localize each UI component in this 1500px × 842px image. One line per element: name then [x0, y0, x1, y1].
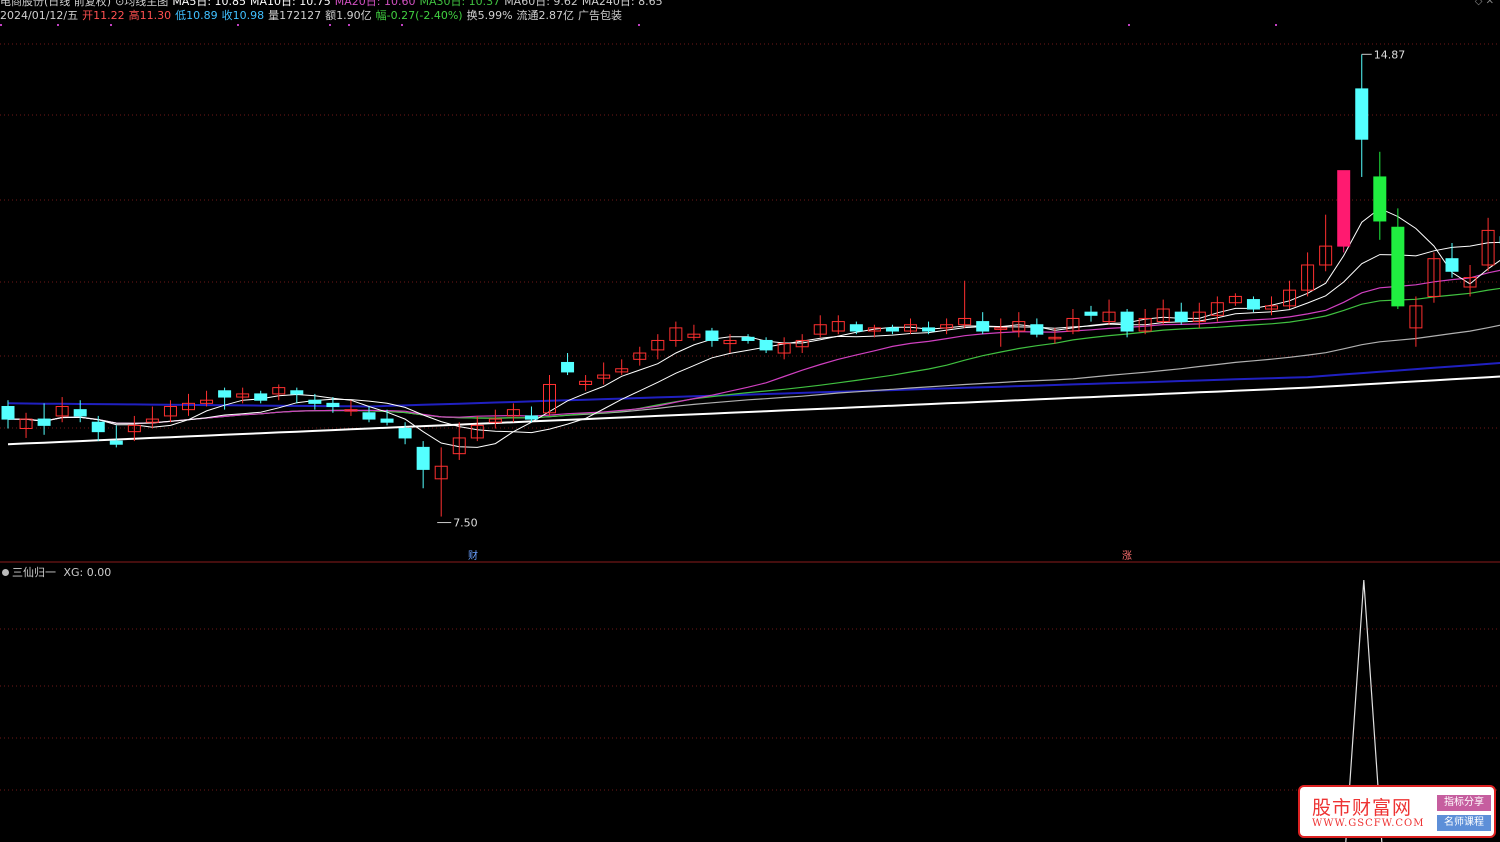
header-quote-item: 换5.99% — [466, 9, 513, 22]
header-quote-item: 广告包装 — [578, 9, 623, 22]
header-quote-item: 低10.89 — [175, 9, 218, 22]
high-price-label: 14.87 — [1374, 48, 1406, 61]
candle-body — [1084, 311, 1098, 316]
stock-chart[interactable]: 14.87 7.50 财 涨 — [0, 0, 1500, 842]
candle-body — [380, 418, 394, 423]
ma30-line — [8, 287, 1500, 425]
header-quote-item: 流通2.87亿 — [516, 9, 575, 22]
candle-body — [91, 421, 105, 433]
header-ma-item: MA5日: 10.85 — [172, 0, 247, 8]
candle-body — [1391, 226, 1405, 307]
candle-body — [416, 446, 430, 470]
header-ma-item: MA60日: 9.62 — [504, 0, 578, 8]
signal-dot — [1275, 24, 1277, 26]
candle-body — [1120, 311, 1134, 332]
candlesticks — [1, 54, 1500, 517]
candle-body — [1373, 176, 1387, 222]
candle-body — [1337, 170, 1351, 247]
candle-body — [398, 428, 412, 439]
indicator-value: XG: 0.00 — [63, 566, 112, 579]
candle-body — [362, 412, 376, 420]
candle-body — [885, 327, 899, 332]
indicator-toggle-icon[interactable] — [2, 569, 9, 576]
candle-body — [37, 418, 51, 426]
signal-dot — [57, 24, 59, 26]
ma120-line — [7, 361, 1500, 408]
signal-dot — [329, 24, 331, 26]
signal-dot — [0, 24, 2, 26]
candle-body — [976, 321, 990, 332]
low-price-label: 7.50 — [453, 517, 478, 530]
signal-dot — [638, 24, 640, 26]
event-marker-finance: 财 — [468, 549, 478, 562]
candle-body — [1030, 324, 1044, 335]
event-marker-rise: 涨 — [1122, 550, 1132, 562]
chart-header-quote: 2024/01/12/五 开11.22 高11.30 低10.89 收10.98 量172… — [0, 9, 626, 22]
header-ma-item: MA240日: 8.65 — [581, 0, 663, 8]
candle-body — [1355, 88, 1369, 140]
candle-body — [1246, 299, 1260, 310]
candle-body — [705, 330, 719, 341]
chart-header-ma: 电商股份(日线 前复权) ⊙均线主图 MA5日: 10.85 MA10日: 10.75… — [0, 0, 667, 8]
watermark-logo: 股市财富网 WWW.GSCFW.COM 指标分享 名师课程 — [1298, 785, 1496, 838]
header-ma-item: MA20日: 10.60 — [334, 0, 416, 8]
chart-annotations: 14.87 7.50 财 涨 — [437, 48, 1405, 562]
header-quote-item: 开11.22 — [82, 9, 125, 22]
indicator-header: 三仙归一 XG: 0.00 — [0, 564, 111, 580]
signal-dot — [237, 24, 239, 26]
header-quote-item: 2024/01/12/五 — [0, 9, 79, 22]
window-controls-icon[interactable]: ◇ ✕ — [1475, 0, 1494, 7]
candle-body — [741, 336, 755, 341]
candle-body — [759, 339, 773, 351]
watermark-tag-course: 名师课程 — [1437, 815, 1491, 831]
header-ma-item: 电商股份(日线 前复权) — [0, 0, 112, 8]
signal-dot — [401, 24, 403, 26]
header-ma-item: MA10日: 10.75 — [250, 0, 331, 8]
candle-body — [109, 440, 123, 445]
candle-body — [290, 390, 304, 395]
header-quote-item: 幅-0.27(-2.40%) — [375, 9, 463, 22]
candle-body — [326, 402, 340, 407]
candle-body — [1, 405, 15, 420]
candle-body — [308, 399, 322, 404]
candle-body — [561, 361, 575, 373]
candle-body — [254, 393, 268, 401]
moving-average-lines — [7, 207, 1500, 448]
candle-body — [922, 327, 936, 332]
candle-body — [1445, 258, 1459, 272]
candle-body — [218, 390, 232, 398]
candle-body — [849, 324, 863, 332]
candle-body — [73, 409, 87, 417]
watermark-tag-share: 指标分享 — [1437, 795, 1491, 811]
indicator-name: 三仙归一 — [12, 566, 56, 579]
candle-body — [524, 415, 538, 420]
header-quote-item: 高11.30 — [128, 9, 172, 22]
signal-dot — [1128, 24, 1130, 26]
header-quote-item: 收10.98 — [221, 9, 265, 22]
header-ma-item: MA30日: 10.37 — [419, 0, 501, 8]
header-quote-item: 量172127 — [268, 9, 322, 22]
header-ma-item: ⊙均线主图 — [115, 0, 169, 8]
candle-body — [1174, 311, 1188, 323]
header-quote-item: 额1.90亿 — [325, 9, 372, 22]
signal-dot — [110, 24, 112, 26]
signal-dot — [348, 24, 350, 26]
watermark-title: 股市财富网 — [1312, 797, 1413, 819]
watermark-url: WWW.GSCFW.COM — [1312, 818, 1425, 829]
